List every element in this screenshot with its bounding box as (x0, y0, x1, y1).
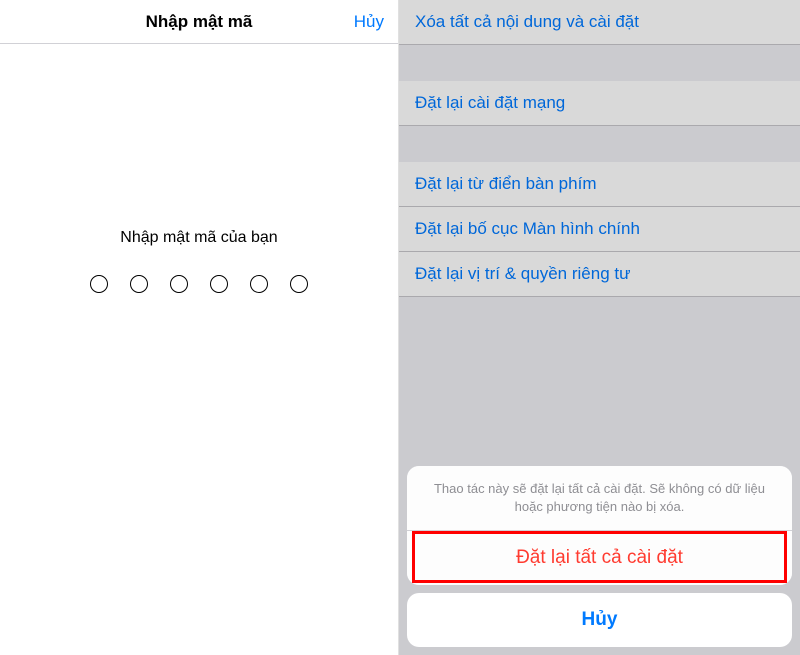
passcode-area: Nhập mật mã của bạn (0, 229, 398, 293)
passcode-dot (130, 275, 148, 293)
passcode-screen: Nhập mật mã Hủy Nhập mật mã của bạn (0, 0, 399, 655)
action-sheet-cancel-button[interactable]: Hủy (407, 593, 792, 647)
passcode-dot (170, 275, 188, 293)
passcode-input[interactable] (90, 275, 308, 293)
passcode-dot (250, 275, 268, 293)
reset-settings-screen: Xóa tất cả nội dung và cài đặt Đặt lại c… (399, 0, 800, 655)
passcode-dot (210, 275, 228, 293)
action-sheet: Thao tác này sẽ đặt lại tất cả cài đặt. … (407, 466, 792, 647)
action-sheet-message: Thao tác này sẽ đặt lại tất cả cài đặt. … (407, 466, 792, 531)
cancel-button[interactable]: Hủy (354, 12, 384, 32)
reset-all-settings-button[interactable]: Đặt lại tất cả cài đặt (407, 531, 792, 585)
passcode-dot (90, 275, 108, 293)
action-sheet-group: Thao tác này sẽ đặt lại tất cả cài đặt. … (407, 466, 792, 585)
nav-title: Nhập mật mã (146, 12, 253, 32)
nav-bar: Nhập mật mã Hủy (0, 0, 398, 44)
passcode-dot (290, 275, 308, 293)
passcode-prompt: Nhập mật mã của bạn (120, 229, 277, 247)
